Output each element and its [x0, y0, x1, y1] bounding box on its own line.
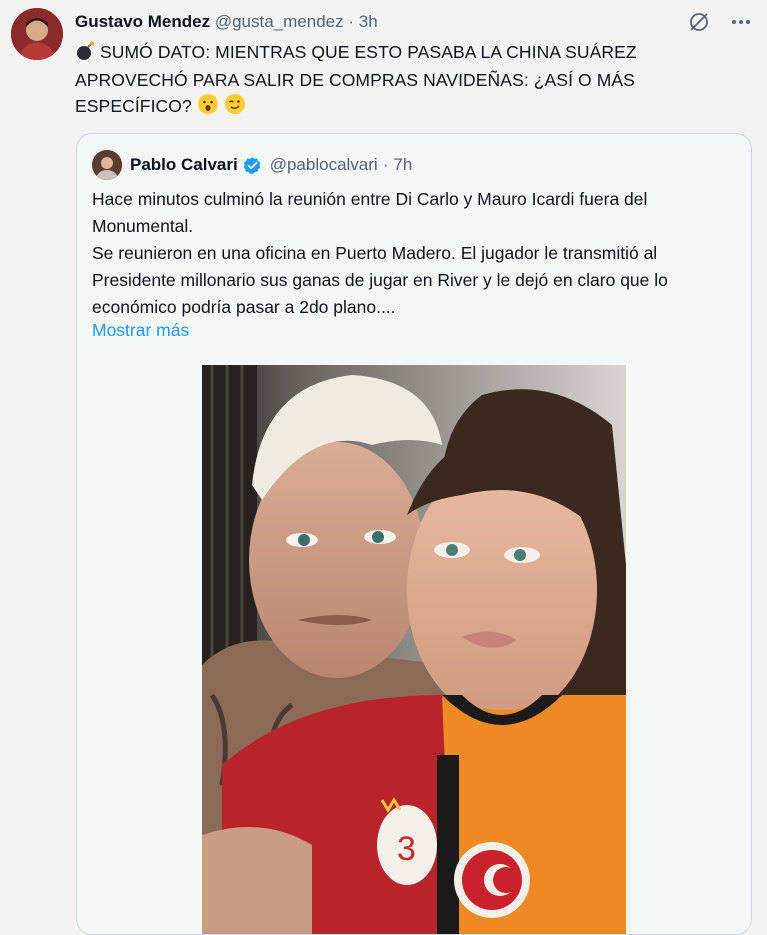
winking-face-icon — [224, 93, 246, 122]
author-handle[interactable]: @gusta_mendez — [215, 12, 344, 31]
author-avatar[interactable] — [11, 8, 63, 60]
quoted-tweet-time[interactable]: 7h — [393, 155, 412, 175]
bomb-icon — [75, 41, 95, 68]
quoted-paragraph-1: Hace minutos culminó la reunión entre Di… — [92, 189, 648, 236]
separator-dot: · — [348, 12, 355, 31]
grok-icon[interactable] — [687, 10, 711, 34]
svg-text:3: 3 — [397, 830, 416, 868]
tweet-header: Gustavo Mendez @gusta_mendez · 3h — [75, 12, 378, 32]
show-more-link[interactable]: Mostrar más — [92, 320, 189, 341]
quoted-separator-dot: · — [382, 155, 389, 174]
quoted-author-handle[interactable]: @pablocalvari — [270, 155, 378, 175]
quoted-author-avatar[interactable] — [92, 150, 122, 180]
quoted-tweet-header: Pablo Calvari @pablocalvari · 7h — [130, 155, 412, 175]
tweet-actions — [687, 10, 753, 34]
tweet-time[interactable]: 3h — [359, 12, 378, 31]
hushed-face-icon — [197, 93, 219, 122]
author-name[interactable]: Gustavo Mendez — [75, 12, 210, 31]
verified-badge-icon — [243, 156, 262, 175]
quoted-paragraph-2: Se reunieron en una oficina en Puerto Ma… — [92, 243, 668, 317]
quoted-tweet[interactable]: Pablo Calvari @pablocalvari · 7h Hace mi… — [76, 133, 752, 935]
more-options-icon[interactable] — [729, 10, 753, 34]
quoted-author-name[interactable]: Pablo Calvari — [130, 155, 238, 175]
quoted-tweet-body: Hace minutos culminó la reunión entre Di… — [92, 186, 732, 321]
selfie-photo[interactable]: 3 — [202, 365, 626, 934]
tweet-body: SUMÓ DATO: MIENTRAS QUE ESTO PASABA LA C… — [75, 40, 745, 122]
tweet-text: SUMÓ DATO: MIENTRAS QUE ESTO PASABA LA C… — [75, 42, 637, 116]
